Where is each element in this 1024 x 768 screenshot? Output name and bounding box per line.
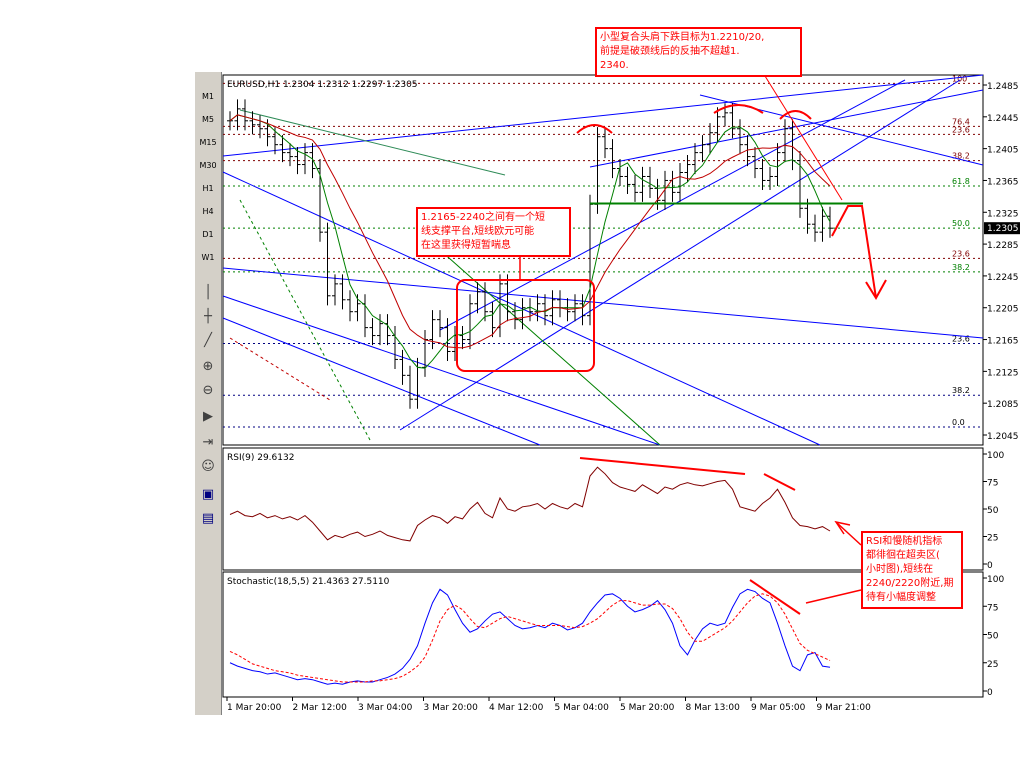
price-label: 1.2285 xyxy=(987,241,1019,251)
note1-line-3: 2340. xyxy=(600,60,629,71)
annotation-note-oversold: RSI和慢随机指标 都徘徊在超卖区( 小时图),短线在 2240/2220附近,… xyxy=(861,531,963,609)
indicator-label: 75 xyxy=(987,603,998,613)
price-label: 1.2205 xyxy=(987,305,1019,315)
time-label: 3 Mar 04:00 xyxy=(358,703,413,713)
stochastic-title: Stochastic(18,5,5) 21.4363 27.5110 xyxy=(227,577,390,587)
price-label: 1.2125 xyxy=(987,368,1019,378)
note2-line-2: 线支撑平台,短线欧元可能 xyxy=(421,226,535,237)
panel-frame-0 xyxy=(222,74,984,446)
indicator-label: 75 xyxy=(987,479,998,489)
price-label: 1.2485 xyxy=(987,82,1019,92)
time-label: 5 Mar 20:00 xyxy=(620,703,675,713)
annotation-note-hs-target: 小型复合头肩下跌目标为1.2210/20, 前提是破颈线后的反抽不超越1. 23… xyxy=(595,27,802,77)
indicator-label: 50 xyxy=(987,632,999,642)
fibo-level-label: 23.6 xyxy=(952,249,970,258)
fibo-level-label: 0.0 xyxy=(952,418,965,427)
price-label: 1.2365 xyxy=(987,177,1019,187)
fibo-level-label: 38.2 xyxy=(952,386,970,395)
chart-canvas: 1.2485 1.2445 1.2405 1.2365 1.2325 1.2285 1.22… xyxy=(222,67,1020,713)
time-label: 1 Mar 20:00 xyxy=(227,703,282,713)
note2-line-3: 在这里获得短暂喘息 xyxy=(421,240,511,251)
indicator-label: 50 xyxy=(987,506,999,516)
fibo-level-label: 38.2 xyxy=(952,263,970,272)
fibo-level-label: 100 xyxy=(952,74,967,83)
note3-line-3: 小时图),短线在 xyxy=(866,564,934,575)
time-label: 8 Mar 13:00 xyxy=(686,703,741,713)
time-label: 9 Mar 05:00 xyxy=(751,703,806,713)
fibo-level-label: 50.0 xyxy=(952,219,970,228)
price-label: 1.2085 xyxy=(987,400,1019,410)
note2-line-1: 1.2165-2240之间有一个短 xyxy=(421,212,546,223)
indicator-label: 0 xyxy=(987,561,993,571)
time-label: 3 Mar 20:00 xyxy=(424,703,479,713)
fibo-level-label: 23.6 xyxy=(952,125,970,134)
price-label: 1.2325 xyxy=(987,209,1019,219)
rsi-title: RSI(9) 29.6132 xyxy=(227,453,294,463)
time-label: 2 Mar 12:00 xyxy=(293,703,348,713)
note3-line-1: RSI和慢随机指标 xyxy=(866,536,943,547)
current-price-label: 1.2305 xyxy=(987,224,1019,234)
note3-line-2: 都徘徊在超卖区( xyxy=(866,550,940,561)
price-label: 1.2445 xyxy=(987,114,1019,124)
chart-title: EURUSD,H1 1.2304 1.2312 1.2297 1.2305 xyxy=(227,80,418,90)
note3-line-5: 待有小幅度调整 xyxy=(866,592,936,603)
price-label: 1.2045 xyxy=(987,432,1019,442)
time-label: 5 Mar 04:00 xyxy=(555,703,610,713)
indicator-label: 100 xyxy=(987,575,1004,585)
indicator-label: 25 xyxy=(987,660,998,670)
note1-line-1: 小型复合头肩下跌目标为1.2210/20, xyxy=(600,32,765,43)
price-label: 1.2405 xyxy=(987,146,1019,156)
note1-line-2: 前提是破颈线后的反抽不超越1. xyxy=(600,46,740,57)
price-label: 1.2245 xyxy=(987,273,1019,283)
indicator-label: 100 xyxy=(987,451,1004,461)
time-label: 4 Mar 12:00 xyxy=(489,703,544,713)
indicator-label: 25 xyxy=(987,534,998,544)
note3-line-4: 2240/2220附近,期 xyxy=(866,578,954,589)
fibo-level-label: 61.8 xyxy=(952,177,970,186)
indicator-label: 0 xyxy=(987,688,993,698)
annotation-note-support: 1.2165-2240之间有一个短 线支撑平台,短线欧元可能 在这里获得短暂喘息 xyxy=(416,207,571,257)
time-label: 9 Mar 21:00 xyxy=(817,703,872,713)
price-label: 1.2165 xyxy=(987,337,1019,347)
